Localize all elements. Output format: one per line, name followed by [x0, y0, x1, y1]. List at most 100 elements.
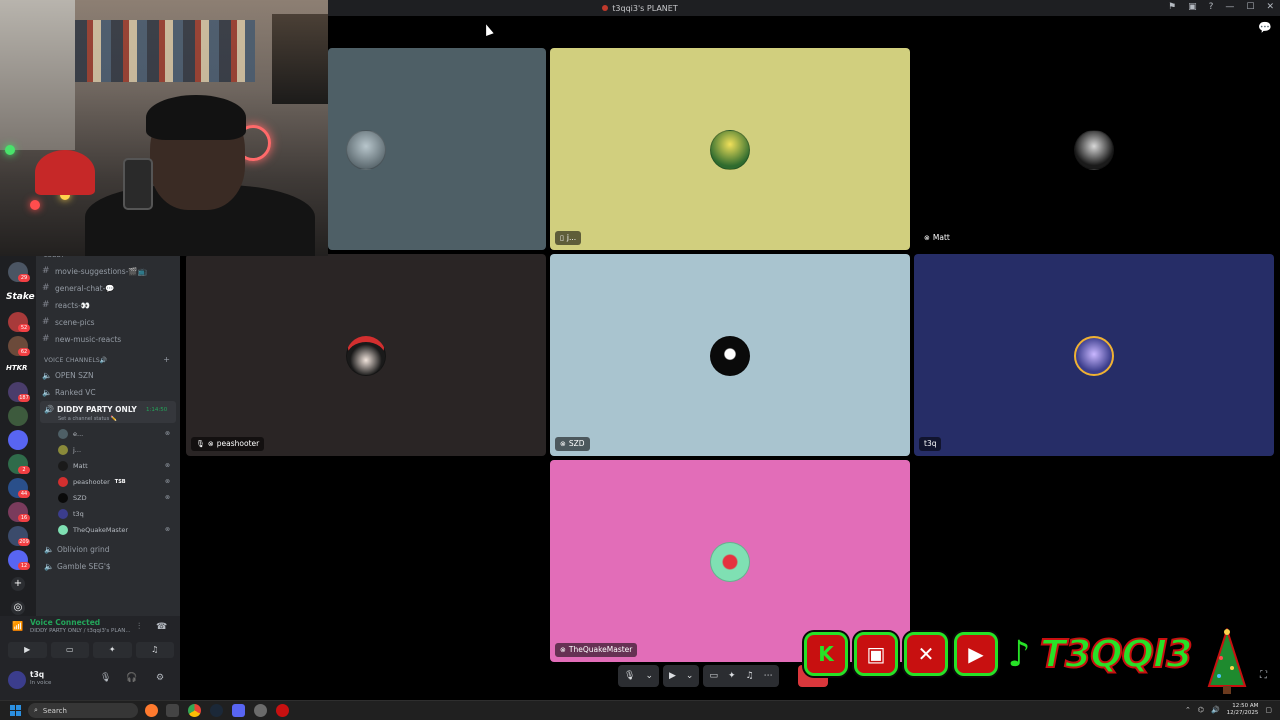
voice-member[interactable]: SZD	[58, 493, 87, 503]
voice-member[interactable]: t3q	[58, 509, 84, 519]
discord-icon[interactable]	[232, 704, 245, 717]
voice-channel[interactable]: 🔈 Ranked VC	[42, 388, 96, 397]
activities-icon[interactable]: ✦	[728, 671, 736, 681]
flag-icon[interactable]: ⚑	[1168, 2, 1176, 12]
webcam-poster	[272, 14, 328, 104]
disconnect-icon[interactable]: ☎	[156, 622, 167, 632]
soundboard-icon[interactable]: ♫	[746, 671, 754, 681]
add-server-icon[interactable]: +	[11, 577, 25, 591]
video-tile-matt[interactable]: ⊗ Matt	[914, 48, 1274, 250]
unread-badge: 12	[18, 562, 30, 570]
server-htkr[interactable]: HTKR	[6, 364, 27, 372]
inbox-icon[interactable]: ▣	[1188, 2, 1197, 12]
text-channel[interactable]: # new-music-reacts	[42, 334, 121, 344]
christmas-tree-icon	[1207, 628, 1247, 694]
unread-badge: 2	[18, 466, 30, 474]
xbox-icon: ⊗	[165, 478, 171, 485]
channel-name: Ranked VC	[55, 388, 96, 397]
close-icon[interactable]: ✕	[1266, 2, 1274, 12]
clock-time: 12:50 AM	[1232, 703, 1259, 709]
tile-nametag: t3q	[919, 437, 942, 451]
chevron-up-icon[interactable]: ⌃	[1185, 706, 1191, 714]
text-channel[interactable]: # general-chat-💬	[42, 283, 115, 293]
chevron-down-icon[interactable]: ⌄	[686, 671, 694, 681]
gear-icon[interactable]: ⚙	[156, 673, 164, 683]
voice-member[interactable]: TheQuakeMaster	[58, 525, 128, 535]
fullscreen-icon[interactable]: ⛶	[1260, 670, 1267, 681]
avatar	[58, 509, 68, 519]
voice-channel[interactable]: 🔈 Gamble SEG'$	[44, 562, 111, 571]
channel-status[interactable]: Set a channel status ✏️	[58, 416, 117, 422]
category-voice[interactable]: VOICE CHANNELS🔊	[44, 357, 108, 364]
minimize-icon[interactable]: —	[1225, 2, 1234, 12]
user-avatar[interactable]	[8, 671, 26, 689]
steam-icon[interactable]	[210, 704, 223, 717]
title-bar-controls: ⚑ ▣ ? — ☐ ✕	[1168, 2, 1274, 12]
signal-icon[interactable]: 📶	[12, 622, 23, 632]
video-tile-t3q[interactable]: t3q	[914, 254, 1274, 456]
taskbar-search[interactable]: ⌕ Search	[28, 703, 138, 718]
channel-name: Gamble SEG'$	[57, 562, 111, 571]
more-icon[interactable]: ⋯	[764, 671, 773, 681]
user-name[interactable]: t3q	[30, 670, 44, 679]
camera-button[interactable]: ▶	[8, 642, 47, 658]
hash-icon: #	[42, 283, 50, 293]
chevron-down-icon[interactable]: ⌄	[645, 671, 653, 681]
tile-nametag: ⊗ Matt	[919, 231, 955, 245]
xbox-icon: ⊗	[924, 234, 930, 242]
voice-channel[interactable]: 🔈 OPEN SZN	[42, 371, 94, 380]
screen-share-button[interactable]: ▭	[50, 642, 89, 658]
maximize-icon[interactable]: ☐	[1246, 2, 1254, 12]
member-name: e...	[73, 430, 84, 438]
voice-location[interactable]: DIDDY PARTY ONLY / t3qqi3's PLAN...	[30, 628, 131, 634]
help-icon[interactable]: ?	[1209, 2, 1214, 12]
voice-channel[interactable]: 🔈 Oblivion grind	[44, 545, 110, 554]
notification-icon[interactable]: ▢	[1265, 706, 1272, 714]
taskbar-app-icon[interactable]	[166, 704, 179, 717]
voice-member[interactable]: e...	[58, 429, 83, 439]
video-tile-j[interactable]: ▯ j...	[550, 48, 910, 250]
member-name: t3q	[73, 510, 84, 518]
voice-member[interactable]: Matt	[58, 461, 88, 471]
activity-controls: ▭ ✦ ♫ ⋯	[703, 665, 779, 687]
avatar	[710, 130, 750, 170]
server-icon[interactable]	[8, 406, 28, 426]
video-tile-e[interactable]	[328, 48, 546, 250]
discover-icon[interactable]: ◎	[11, 601, 25, 615]
active-voice-channel-label[interactable]: 🔊 DIDDY PARTY ONLY	[44, 405, 137, 414]
windows-start-icon[interactable]	[10, 705, 21, 716]
text-channel[interactable]: # movie-suggestions-🎬📺	[42, 266, 147, 276]
speaker-icon: 🔈	[44, 562, 54, 571]
voice-member[interactable]: peashooter TSB	[58, 477, 126, 487]
kick-icon: K	[804, 632, 848, 676]
clock[interactable]: 12:50 AM 12/27/2025	[1227, 703, 1259, 717]
mic-muted-icon: 🎙	[196, 440, 205, 448]
avatar	[58, 525, 68, 535]
activities-button[interactable]: ✦	[93, 642, 132, 658]
headphones-icon[interactable]: 🎧	[126, 673, 137, 683]
taskbar-app-icon[interactable]	[145, 704, 158, 717]
system-tray: ⌃ ⌬ 🔊 12:50 AM 12/27/2025 ▢	[1185, 703, 1272, 717]
text-channel[interactable]: # reacts-👀	[42, 300, 90, 310]
voice-member[interactable]: j...	[58, 445, 81, 455]
screen-share-icon[interactable]: ▭	[709, 671, 718, 681]
camera-off-icon[interactable]: ▶	[669, 671, 676, 681]
soundboard-button[interactable]: ♫	[135, 642, 174, 658]
x-icon: ✕	[904, 632, 948, 676]
mic-icon[interactable]: 🎙	[624, 671, 635, 681]
taskbar-app-icon[interactable]	[254, 704, 267, 717]
chat-icon[interactable]: 💬	[1258, 21, 1272, 35]
server-icon[interactable]	[8, 430, 28, 450]
network-icon[interactable]: ⌬	[1198, 706, 1204, 714]
channel-name: movie-suggestions-🎬📺	[55, 266, 148, 276]
server-stake[interactable]: Stake	[6, 292, 35, 302]
video-tile-peashooter[interactable]: 🎙 ⊗ peashooter	[186, 254, 546, 456]
obs-icon[interactable]	[276, 704, 289, 717]
volume-icon[interactable]: 🔊	[1211, 706, 1220, 714]
add-channel-icon[interactable]: +	[163, 355, 170, 364]
noise-suppression-icon[interactable]: ⫶	[138, 622, 140, 632]
mic-icon[interactable]: 🎙	[100, 673, 111, 683]
chrome-icon[interactable]	[188, 704, 201, 717]
text-channel[interactable]: # scene-pics	[42, 317, 95, 327]
video-tile-szd[interactable]: ⊗ SZD	[550, 254, 910, 456]
